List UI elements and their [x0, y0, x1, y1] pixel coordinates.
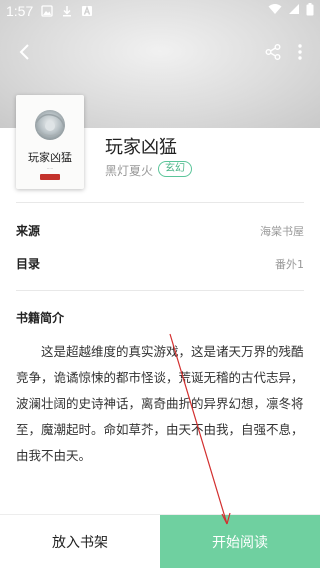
top-nav: [0, 36, 320, 68]
divider: [16, 202, 304, 203]
cover-illustration: [30, 105, 70, 145]
intro-text: 这是超越维度的真实游戏，这是诸天万界的残酷竞争，诡谲惊悚的都市怪谈，荒诞无稽的古…: [16, 344, 304, 463]
bottom-action-bar: 放入书架 开始阅读: [0, 514, 320, 568]
signal-icon: [288, 3, 300, 19]
add-to-shelf-button[interactable]: 放入书架: [0, 515, 160, 568]
start-reading-button[interactable]: 开始阅读: [160, 515, 320, 568]
image-icon: [41, 5, 53, 17]
wifi-icon: [268, 3, 282, 19]
book-title: 玩家凶猛: [105, 137, 177, 158]
book-cover[interactable]: 玩家凶猛 ·····: [16, 95, 84, 189]
status-time: 1:57: [6, 3, 34, 19]
status-bar: 1:57: [0, 0, 320, 22]
source-label: 来源: [16, 224, 41, 238]
intro-title: 书籍简介: [16, 311, 65, 325]
share-icon[interactable]: [260, 38, 286, 66]
battery-icon: [306, 2, 314, 20]
cover-title: 玩家凶猛: [28, 151, 72, 164]
divider: [16, 290, 304, 291]
publisher-logo: [40, 174, 60, 180]
source-value[interactable]: 海棠书屋: [260, 223, 304, 239]
app-a-icon: [81, 5, 93, 17]
back-arrow-icon[interactable]: [10, 38, 38, 66]
book-author[interactable]: 黑灯夏火: [105, 162, 153, 179]
genre-tag[interactable]: 玄幻: [158, 161, 192, 177]
more-vertical-icon[interactable]: [290, 38, 310, 66]
download-icon: [61, 5, 73, 17]
catalog-value[interactable]: 番外1: [275, 256, 304, 272]
cover-author-mark: ·····: [46, 166, 54, 171]
catalog-label: 目录: [16, 257, 41, 271]
